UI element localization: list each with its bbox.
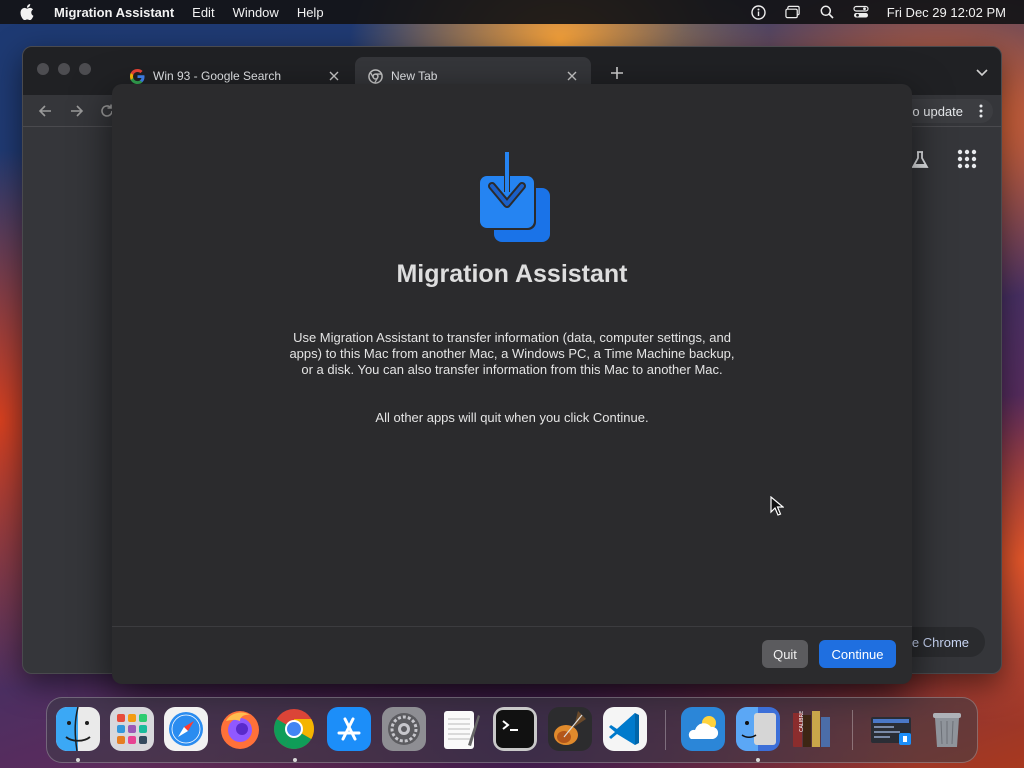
dock-downloads-stack-icon[interactable] — [869, 707, 913, 751]
spotlight-search-icon[interactable] — [819, 4, 835, 20]
tab-title: Win 93 - Google Search — [153, 69, 282, 83]
back-arrow-icon[interactable] — [37, 103, 53, 119]
dock-safari-icon[interactable] — [164, 707, 208, 751]
dock-running-indicator — [293, 758, 297, 762]
menubar-clock[interactable]: Fri Dec 29 12:02 PM — [887, 5, 1006, 20]
tab-close-icon[interactable] — [327, 69, 341, 83]
menu-help[interactable]: Help — [297, 5, 324, 20]
dock-system-preferences-icon[interactable] — [382, 707, 426, 751]
update-chrome-button[interactable]: o update — [900, 99, 993, 123]
apple-menu-icon[interactable] — [18, 3, 36, 21]
accessibility-info-icon[interactable] — [751, 4, 767, 20]
update-chrome-label: o update — [912, 103, 963, 119]
dock-trash-icon[interactable] — [925, 707, 969, 751]
dialog-note: All other apps will quit when you click … — [375, 410, 649, 425]
tab-title: New Tab — [391, 69, 438, 83]
menu-edit[interactable]: Edit — [192, 5, 214, 20]
dock-weather-icon[interactable] — [681, 707, 725, 751]
dock-running-indicator — [756, 758, 760, 762]
dock-launchpad-icon[interactable] — [110, 707, 154, 751]
dock-calibre-icon[interactable]: CALIBRE — [791, 707, 835, 751]
screen-mirroring-icon[interactable] — [785, 4, 801, 20]
dock-migration-assistant-icon[interactable] — [736, 707, 780, 751]
more-vertical-icon[interactable] — [979, 104, 983, 118]
dialog-footer-divider — [112, 626, 912, 627]
svg-text:CALIBRE: CALIBRE — [799, 711, 805, 732]
chrome-icon — [367, 68, 383, 84]
mouse-pointer-icon — [770, 495, 785, 516]
control-center-icon[interactable] — [853, 4, 869, 20]
tab-search-chevron-icon[interactable] — [975, 65, 989, 79]
google-g-icon — [129, 68, 145, 84]
dock-separator — [665, 710, 666, 750]
forward-arrow-icon[interactable] — [69, 103, 85, 119]
dock-vscode-icon[interactable] — [603, 707, 647, 751]
tab-close-icon[interactable] — [565, 69, 579, 83]
dock-separator — [852, 710, 853, 750]
window-minimize-button[interactable] — [58, 63, 70, 75]
customize-chrome-label: ze Chrome — [905, 634, 969, 650]
dock-app-store-icon[interactable] — [327, 707, 371, 751]
dock-chrome-icon[interactable] — [272, 707, 316, 751]
menu-window[interactable]: Window — [233, 5, 279, 20]
window-zoom-button[interactable] — [79, 63, 91, 75]
dock-running-indicator — [76, 758, 80, 762]
dock-garageband-icon[interactable] — [548, 707, 592, 751]
dock-finder-icon[interactable] — [56, 707, 100, 751]
menu-app-name[interactable]: Migration Assistant — [54, 5, 174, 20]
labs-flask-icon[interactable] — [909, 149, 931, 171]
dialog-description: Use Migration Assistant to transfer info… — [289, 330, 735, 377]
google-apps-grid-icon[interactable] — [957, 149, 979, 171]
dock-firefox-icon[interactable] — [218, 707, 262, 751]
continue-button[interactable]: Continue — [819, 640, 896, 668]
window-close-button[interactable] — [37, 63, 49, 75]
migration-assistant-dialog: Migration Assistant Use Migration Assist… — [112, 84, 912, 684]
new-tab-plus-icon[interactable] — [607, 63, 627, 83]
dock: CALIBRE — [46, 697, 978, 763]
dialog-title: Migration Assistant — [396, 260, 628, 288]
window-traffic-lights — [37, 63, 91, 75]
dock-textedit-icon[interactable] — [438, 707, 482, 751]
menu-bar: Migration Assistant Edit Window Help Fri… — [0, 0, 1024, 24]
quit-button[interactable]: Quit — [762, 640, 808, 668]
migration-assistant-icon — [470, 152, 554, 244]
dock-terminal-icon[interactable] — [493, 707, 537, 751]
